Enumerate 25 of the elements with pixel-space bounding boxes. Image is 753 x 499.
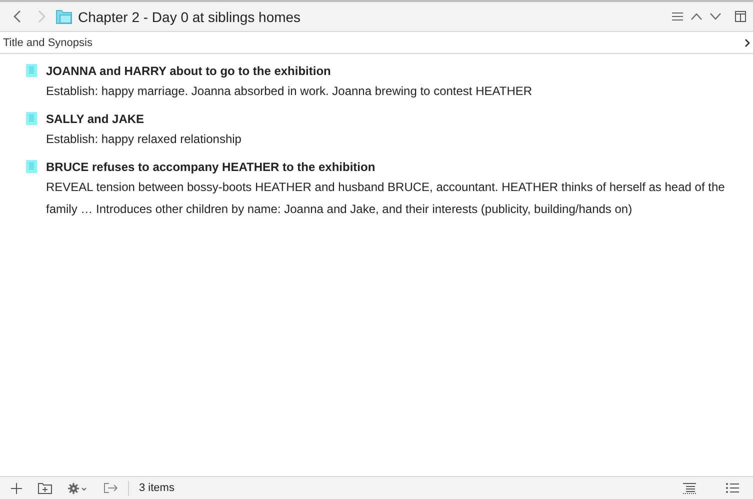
- back-icon[interactable]: [13, 10, 21, 23]
- chevron-up-icon[interactable]: [691, 13, 702, 20]
- document-icon: [26, 160, 37, 173]
- add-icon[interactable]: [11, 482, 22, 494]
- document-title[interactable]: SALLY and JAKE: [46, 110, 736, 128]
- column-header: Title and Synopsis: [3, 36, 92, 48]
- document-title[interactable]: JOANNA and HARRY about to go to the exhibition: [46, 62, 736, 80]
- item-count: 3 items: [139, 482, 174, 494]
- add-folder-icon[interactable]: [38, 482, 52, 494]
- split-view-icon[interactable]: [735, 11, 746, 22]
- document-synopsis: Establish: happy marriage. Joanna absorbed in work. Joanna brewing to contest HEATHER: [46, 83, 534, 100]
- list-icon[interactable]: [726, 483, 739, 493]
- chevron-right-icon[interactable]: [745, 38, 750, 46]
- chevron-down-icon[interactable]: [710, 13, 721, 20]
- text-align-icon[interactable]: [683, 482, 696, 494]
- document-synopsis: Establish: happy relaxed relationship: [46, 131, 242, 148]
- export-icon[interactable]: [104, 483, 118, 493]
- menu-icon[interactable]: [672, 12, 683, 21]
- document-synopsis: REVEAL tension between bossy-boots HEATHER and husband BRUCE, accountant. HEATHER thinks of herself as head of the family … Introduces other children by name: Joanna and Jake, and their interests (publicity, building/hands on): [46, 179, 726, 218]
- document-icon: [26, 64, 37, 77]
- folder-icon: [56, 9, 72, 24]
- document-title[interactable]: BRUCE refuses to accompany HEATHER to the exhibition: [46, 158, 736, 176]
- window-title: Chapter 2 - Day 0 at siblings homes: [78, 8, 301, 24]
- document-icon: [26, 112, 37, 125]
- settings-icon[interactable]: [68, 482, 88, 494]
